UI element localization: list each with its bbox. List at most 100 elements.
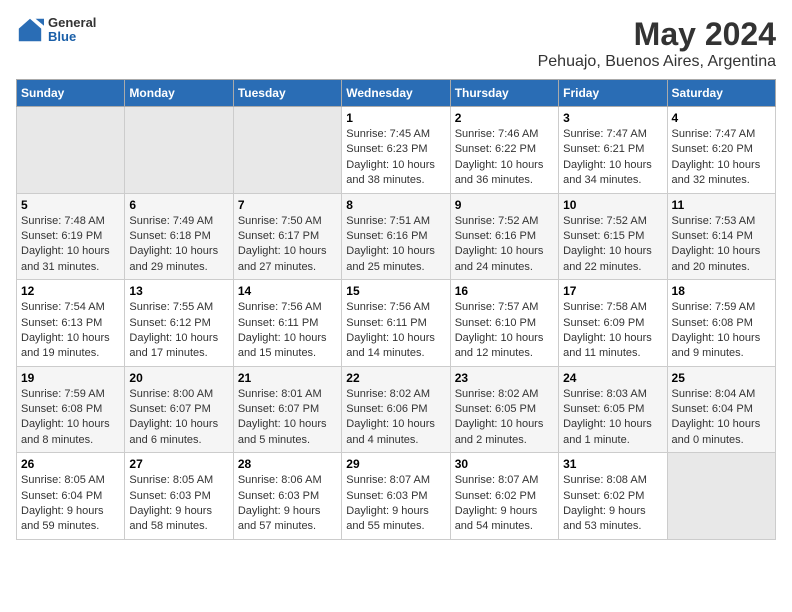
day-number: 8: [346, 198, 445, 212]
title-block: May 2024 Pehuajo, Buenos Aires, Argentin…: [538, 16, 776, 71]
calendar-cell: 12 Sunrise: 7:54 AM Sunset: 6:13 PM Dayli…: [17, 280, 125, 367]
day-info: Sunrise: 7:53 AM Sunset: 6:14 PM Dayligh…: [672, 214, 771, 276]
day-number: 20: [129, 371, 228, 385]
logo-blue: Blue: [48, 30, 96, 44]
week-row-2: 12 Sunrise: 7:54 AM Sunset: 6:13 PM Dayli…: [17, 280, 776, 367]
day-number: 31: [563, 457, 662, 471]
day-info: Sunrise: 7:45 AM Sunset: 6:23 PM Dayligh…: [346, 127, 445, 189]
day-info: Sunrise: 7:57 AM Sunset: 6:10 PM Dayligh…: [455, 300, 554, 362]
week-row-1: 5Sunrise: 7:48 AM Sunset: 6:19 PM Daylig…: [17, 193, 776, 280]
day-info: Sunrise: 8:05 AM Sunset: 6:04 PM Dayligh…: [21, 473, 120, 535]
subtitle: Pehuajo, Buenos Aires, Argentina: [538, 53, 776, 71]
day-number: 27: [129, 457, 228, 471]
day-info: Sunrise: 8:07 AM Sunset: 6:02 PM Dayligh…: [455, 473, 554, 535]
calendar-cell: 4 Sunrise: 7:47 AM Sunset: 6:20 PM Daylig…: [667, 107, 775, 194]
day-info: Sunrise: 7:46 AM Sunset: 6:22 PM Dayligh…: [455, 127, 554, 189]
day-number: 7: [238, 198, 337, 212]
day-info: Sunrise: 7:54 AM Sunset: 6:13 PM Dayligh…: [21, 300, 120, 362]
calendar-header: SundayMondayTuesdayWednesdayThursdayFrid…: [17, 80, 776, 107]
day-info: Sunrise: 8:03 AM Sunset: 6:05 PM Dayligh…: [563, 387, 662, 449]
day-info: Sunrise: 8:04 AM Sunset: 6:04 PM Dayligh…: [672, 387, 771, 449]
day-info: Sunrise: 8:01 AM Sunset: 6:07 PM Dayligh…: [238, 387, 337, 449]
calendar-cell: [233, 107, 341, 194]
calendar-cell: 16 Sunrise: 7:57 AM Sunset: 6:10 PM Dayli…: [450, 280, 558, 367]
day-info: Sunrise: 8:00 AM Sunset: 6:07 PM Dayligh…: [129, 387, 228, 449]
day-info: Sunrise: 7:56 AM Sunset: 6:11 PM Dayligh…: [238, 300, 337, 362]
calendar-cell: 30 Sunrise: 8:07 AM Sunset: 6:02 PM Dayli…: [450, 453, 558, 540]
header-cell-saturday: Saturday: [667, 80, 775, 107]
day-number: 26: [21, 457, 120, 471]
day-number: 4: [672, 111, 771, 125]
calendar-cell: 20 Sunrise: 8:00 AM Sunset: 6:07 PM Dayli…: [125, 366, 233, 453]
day-number: 9: [455, 198, 554, 212]
day-number: 2: [455, 111, 554, 125]
calendar-cell: 13Sunrise: 7:55 AM Sunset: 6:12 PM Dayli…: [125, 280, 233, 367]
calendar-cell: 5Sunrise: 7:48 AM Sunset: 6:19 PM Daylig…: [17, 193, 125, 280]
logo: General Blue: [16, 16, 96, 45]
day-number: 25: [672, 371, 771, 385]
header-cell-sunday: Sunday: [17, 80, 125, 107]
day-number: 16: [455, 284, 554, 298]
day-number: 21: [238, 371, 337, 385]
calendar-cell: 25 Sunrise: 8:04 AM Sunset: 6:04 PM Dayli…: [667, 366, 775, 453]
day-number: 19: [21, 371, 120, 385]
day-number: 30: [455, 457, 554, 471]
logo-general: General: [48, 16, 96, 30]
day-number: 24: [563, 371, 662, 385]
day-info: Sunrise: 7:47 AM Sunset: 6:21 PM Dayligh…: [563, 127, 662, 189]
day-info: Sunrise: 7:59 AM Sunset: 6:08 PM Dayligh…: [21, 387, 120, 449]
calendar-cell: [667, 453, 775, 540]
calendar-cell: 19 Sunrise: 7:59 AM Sunset: 6:08 PM Dayli…: [17, 366, 125, 453]
calendar-cell: 2 Sunrise: 7:46 AM Sunset: 6:22 PM Daylig…: [450, 107, 558, 194]
day-number: 22: [346, 371, 445, 385]
calendar-cell: 8Sunrise: 7:51 AM Sunset: 6:16 PM Daylig…: [342, 193, 450, 280]
week-row-0: 1Sunrise: 7:45 AM Sunset: 6:23 PM Daylig…: [17, 107, 776, 194]
calendar-cell: 9 Sunrise: 7:52 AM Sunset: 6:16 PM Daylig…: [450, 193, 558, 280]
calendar-cell: 23Sunrise: 8:02 AM Sunset: 6:05 PM Dayli…: [450, 366, 558, 453]
day-number: 18: [672, 284, 771, 298]
day-info: Sunrise: 8:05 AM Sunset: 6:03 PM Dayligh…: [129, 473, 228, 535]
day-number: 28: [238, 457, 337, 471]
header-cell-monday: Monday: [125, 80, 233, 107]
calendar-cell: 17Sunrise: 7:58 AM Sunset: 6:09 PM Dayli…: [559, 280, 667, 367]
day-number: 10: [563, 198, 662, 212]
header-cell-friday: Friday: [559, 80, 667, 107]
header-cell-tuesday: Tuesday: [233, 80, 341, 107]
day-number: 14: [238, 284, 337, 298]
header-cell-wednesday: Wednesday: [342, 80, 450, 107]
logo-text: General Blue: [48, 16, 96, 45]
day-info: Sunrise: 7:59 AM Sunset: 6:08 PM Dayligh…: [672, 300, 771, 362]
calendar-cell: 14 Sunrise: 7:56 AM Sunset: 6:11 PM Dayli…: [233, 280, 341, 367]
header-row: SundayMondayTuesdayWednesdayThursdayFrid…: [17, 80, 776, 107]
calendar-cell: 26 Sunrise: 8:05 AM Sunset: 6:04 PM Dayli…: [17, 453, 125, 540]
calendar-cell: 22 Sunrise: 8:02 AM Sunset: 6:06 PM Dayli…: [342, 366, 450, 453]
day-info: Sunrise: 7:47 AM Sunset: 6:20 PM Dayligh…: [672, 127, 771, 189]
calendar-cell: [125, 107, 233, 194]
calendar-table: SundayMondayTuesdayWednesdayThursdayFrid…: [16, 79, 776, 540]
day-number: 29: [346, 457, 445, 471]
day-number: 17: [563, 284, 662, 298]
day-info: Sunrise: 8:08 AM Sunset: 6:02 PM Dayligh…: [563, 473, 662, 535]
day-info: Sunrise: 8:02 AM Sunset: 6:06 PM Dayligh…: [346, 387, 445, 449]
day-number: 12: [21, 284, 120, 298]
day-info: Sunrise: 8:06 AM Sunset: 6:03 PM Dayligh…: [238, 473, 337, 535]
calendar-cell: 29 Sunrise: 8:07 AM Sunset: 6:03 PM Dayli…: [342, 453, 450, 540]
calendar-cell: 28 Sunrise: 8:06 AM Sunset: 6:03 PM Dayli…: [233, 453, 341, 540]
calendar-cell: 27 Sunrise: 8:05 AM Sunset: 6:03 PM Dayli…: [125, 453, 233, 540]
week-row-3: 19 Sunrise: 7:59 AM Sunset: 6:08 PM Dayli…: [17, 366, 776, 453]
header-cell-thursday: Thursday: [450, 80, 558, 107]
day-info: Sunrise: 7:50 AM Sunset: 6:17 PM Dayligh…: [238, 214, 337, 276]
calendar-cell: 1Sunrise: 7:45 AM Sunset: 6:23 PM Daylig…: [342, 107, 450, 194]
calendar-cell: 31 Sunrise: 8:08 AM Sunset: 6:02 PM Dayli…: [559, 453, 667, 540]
calendar-cell: 21 Sunrise: 8:01 AM Sunset: 6:07 PM Dayli…: [233, 366, 341, 453]
day-info: Sunrise: 8:07 AM Sunset: 6:03 PM Dayligh…: [346, 473, 445, 535]
calendar-cell: 10Sunrise: 7:52 AM Sunset: 6:15 PM Dayli…: [559, 193, 667, 280]
calendar-cell: [17, 107, 125, 194]
calendar-cell: 18 Sunrise: 7:59 AM Sunset: 6:08 PM Dayli…: [667, 280, 775, 367]
day-info: Sunrise: 7:52 AM Sunset: 6:16 PM Dayligh…: [455, 214, 554, 276]
calendar-cell: 3Sunrise: 7:47 AM Sunset: 6:21 PM Daylig…: [559, 107, 667, 194]
day-number: 6: [129, 198, 228, 212]
calendar-cell: 11 Sunrise: 7:53 AM Sunset: 6:14 PM Dayli…: [667, 193, 775, 280]
week-row-4: 26 Sunrise: 8:05 AM Sunset: 6:04 PM Dayli…: [17, 453, 776, 540]
day-number: 11: [672, 198, 771, 212]
